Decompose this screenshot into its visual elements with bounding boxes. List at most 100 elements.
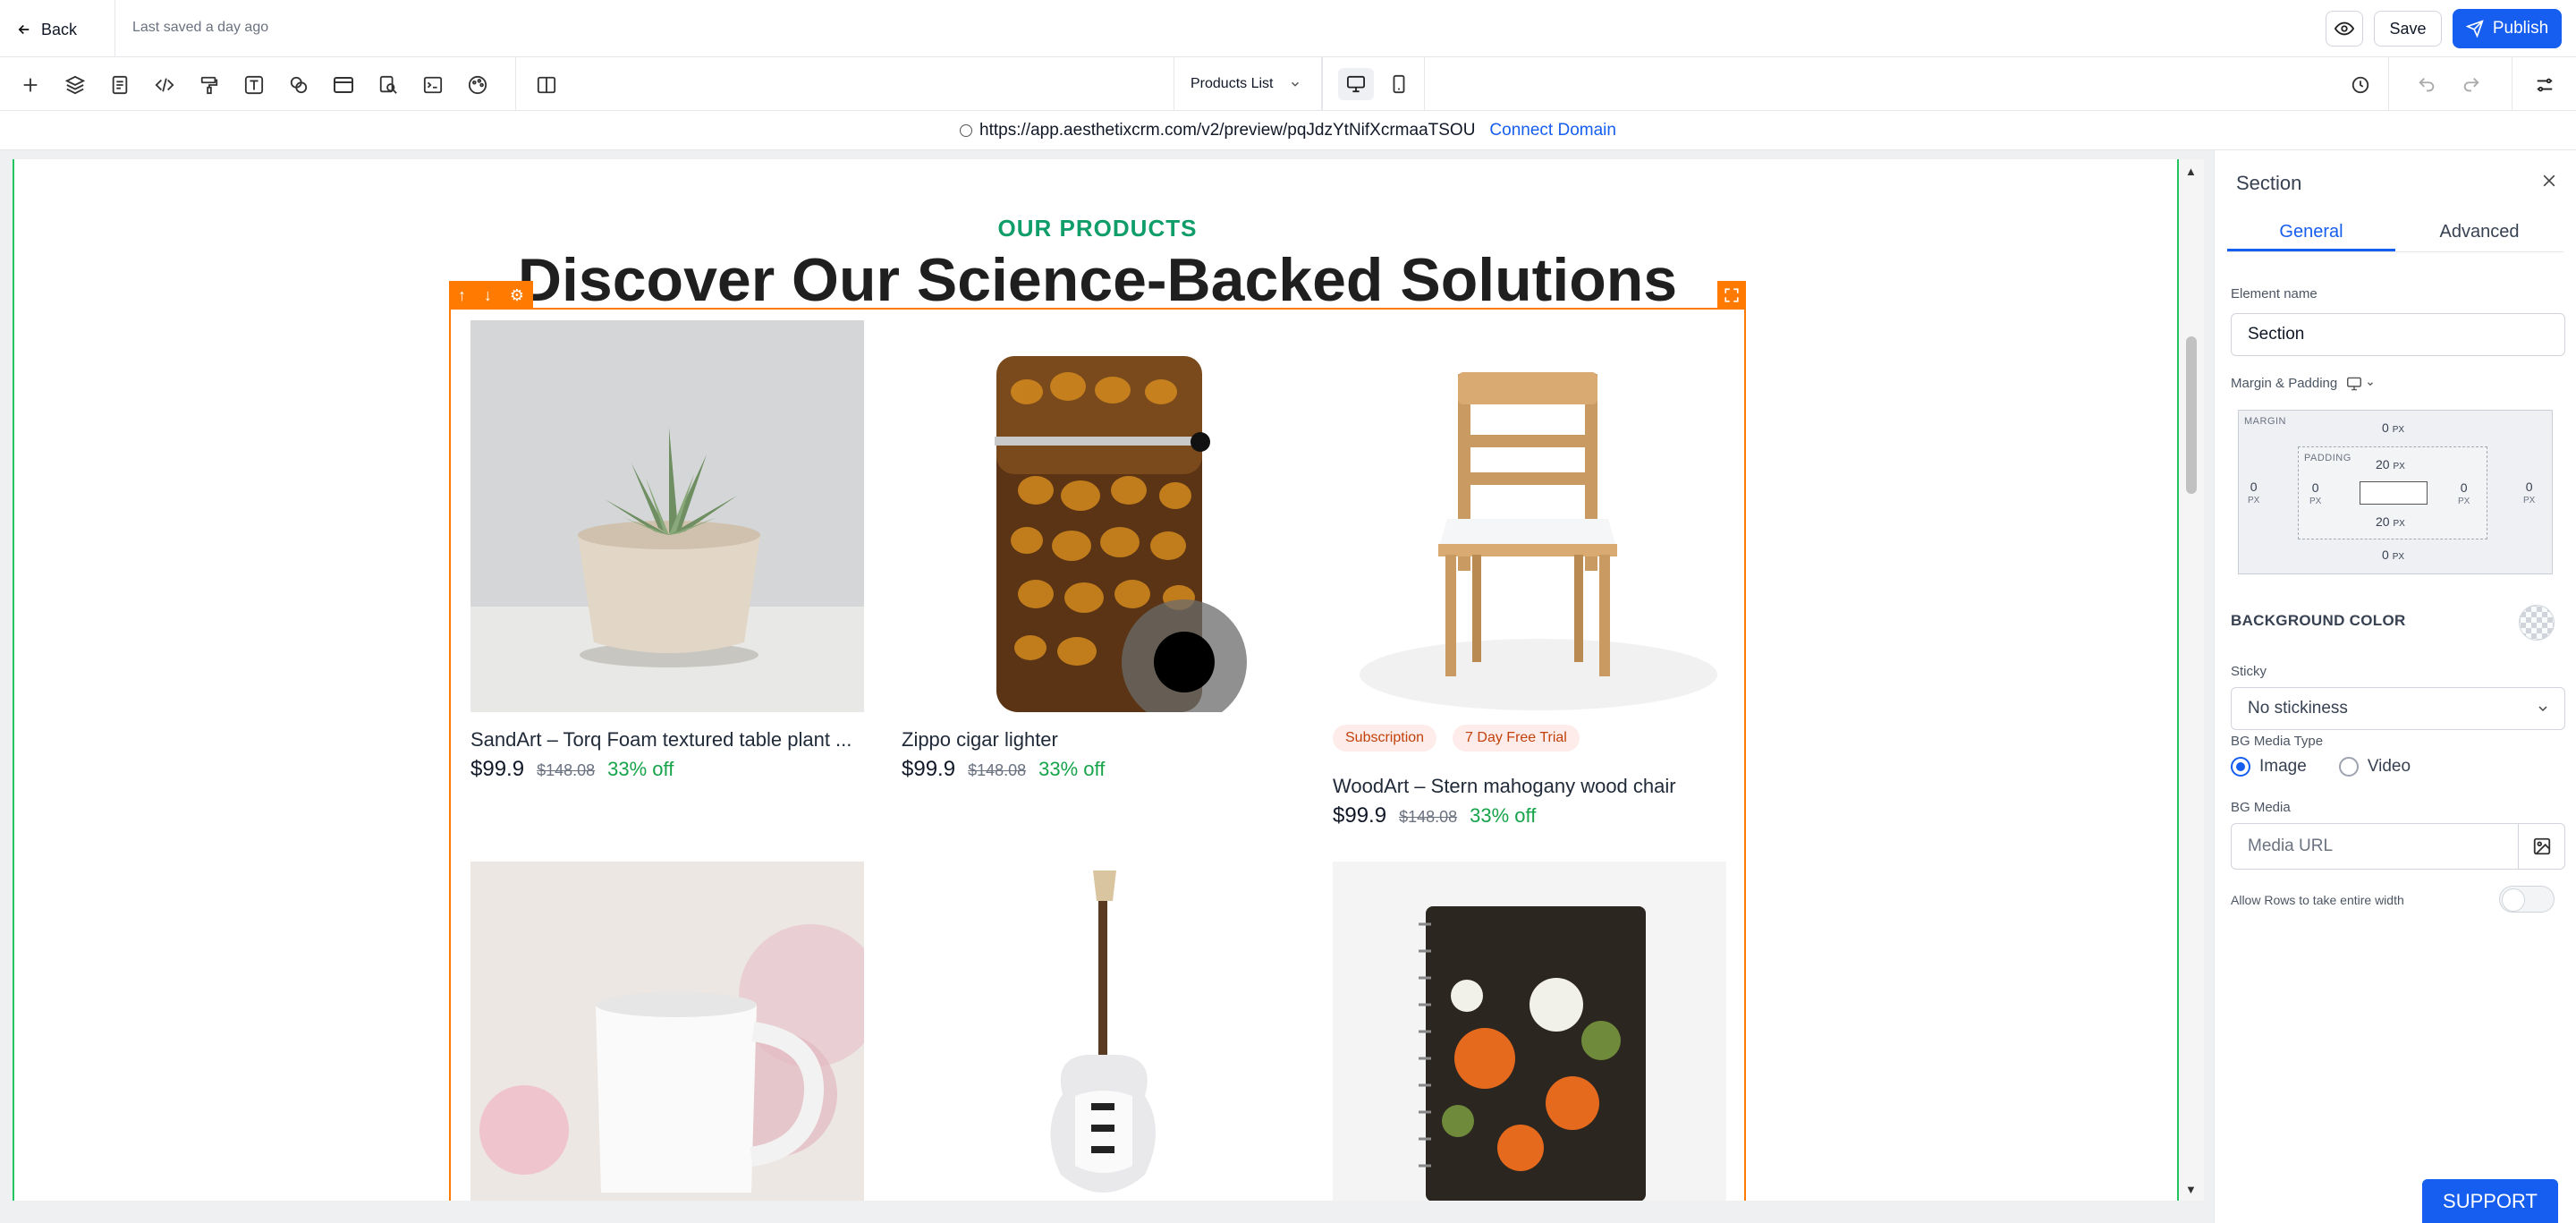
product-image xyxy=(902,320,1295,712)
margin-label: MARGIN xyxy=(2244,416,2286,427)
product-card[interactable]: Zippo cigar lighter $99.9 $148.08 33% of… xyxy=(902,320,1295,786)
image-radio-label: Image xyxy=(2259,757,2307,776)
typography-button[interactable] xyxy=(239,70,269,100)
margin-padding-label: Margin & Padding xyxy=(2231,376,2338,391)
styles-button[interactable] xyxy=(194,70,225,100)
page-select[interactable]: Products List xyxy=(1174,57,1322,111)
margin-padding-label-row: Margin & Padding xyxy=(2231,376,2375,391)
layers-icon xyxy=(65,75,85,95)
desktop-icon xyxy=(2347,377,2362,390)
canvas-scrollbar[interactable]: ▲ ▼ xyxy=(2179,159,2204,1201)
redo-button[interactable] xyxy=(2456,70,2487,100)
divider xyxy=(114,0,115,57)
product-card[interactable] xyxy=(1333,862,1726,1201)
padding-top[interactable]: 20 PX xyxy=(2376,456,2405,472)
gear-icon[interactable]: ⚙ xyxy=(510,286,524,305)
clock-icon xyxy=(2351,76,2369,94)
support-button[interactable]: SUPPORT xyxy=(2422,1179,2558,1223)
add-element-button[interactable] xyxy=(15,70,46,100)
section-eyebrow[interactable]: OUR PRODUCTS xyxy=(14,215,2177,242)
layers-button[interactable] xyxy=(60,70,90,100)
product-card[interactable] xyxy=(470,862,864,1201)
elements-button[interactable] xyxy=(284,70,314,100)
preview-url-text: https://app.aesthetixcrm.com/v2/preview/… xyxy=(979,120,1476,140)
sticky-select[interactable]: No stickiness xyxy=(2231,687,2565,730)
move-up-icon[interactable]: ↑ xyxy=(458,286,466,305)
publish-button[interactable]: Publish xyxy=(2453,9,2562,48)
margin-right[interactable]: 0 PX xyxy=(2523,479,2535,506)
product-image xyxy=(470,320,864,712)
add-icon xyxy=(23,78,38,92)
custom-code-button[interactable] xyxy=(418,70,448,100)
connect-domain-link[interactable]: Connect Domain xyxy=(1489,121,1616,140)
product-discount: 33% off xyxy=(607,758,674,780)
tab-general[interactable]: General xyxy=(2227,217,2395,251)
product-title[interactable]: SandArt – Torq Foam textured table plant… xyxy=(470,728,864,752)
redo-icon xyxy=(2463,78,2479,92)
preview-button[interactable] xyxy=(2326,11,2363,47)
margin-bottom[interactable]: 0 PX xyxy=(2382,547,2404,563)
price-row: $99.9 $148.08 33% off xyxy=(470,757,674,782)
allow-rows-toggle[interactable] xyxy=(2499,886,2555,913)
mobile-view-button[interactable] xyxy=(1381,68,1417,100)
code-button[interactable] xyxy=(149,70,180,100)
pages-button[interactable] xyxy=(105,70,135,100)
image-radio[interactable] xyxy=(2231,757,2250,777)
product-title[interactable]: Zippo cigar lighter xyxy=(902,728,1295,752)
code-icon xyxy=(155,78,174,92)
bg-media-type-label: BG Media Type xyxy=(2231,734,2324,749)
desktop-icon xyxy=(1347,75,1365,93)
padding-bottom[interactable]: 20 PX xyxy=(2376,514,2405,530)
undo-button[interactable] xyxy=(2411,70,2442,100)
split-view-icon xyxy=(537,76,556,94)
desktop-view-button[interactable] xyxy=(1338,68,1374,100)
product-card[interactable] xyxy=(902,862,1295,1201)
device-dropdown[interactable] xyxy=(2346,377,2375,391)
close-panel-button[interactable] xyxy=(2540,172,2558,194)
save-button[interactable]: Save xyxy=(2374,11,2442,47)
settings-button[interactable] xyxy=(2529,70,2560,100)
scroll-up-icon[interactable]: ▲ xyxy=(2185,165,2197,178)
background-color-label: BACKGROUND COLOR xyxy=(2231,612,2406,629)
margin-left[interactable]: 0 PX xyxy=(2248,479,2259,506)
scroll-down-icon[interactable]: ▼ xyxy=(2185,1183,2197,1196)
theme-button[interactable] xyxy=(462,70,493,100)
tab-advanced[interactable]: Advanced xyxy=(2395,217,2563,251)
shapes-icon xyxy=(290,76,308,94)
divider xyxy=(1322,57,1323,111)
scrollbar-thumb[interactable] xyxy=(2186,336,2197,494)
preview-url[interactable]: https://app.aesthetixcrm.com/v2/preview/… xyxy=(960,121,1475,140)
media-url-field[interactable]: Media URL xyxy=(2231,823,2565,870)
paint-roller-icon xyxy=(200,76,218,95)
split-view-button[interactable] xyxy=(531,70,562,100)
chevron-down-icon xyxy=(2368,381,2374,386)
video-radio[interactable] xyxy=(2338,757,2359,777)
product-card[interactable]: SandArt – Torq Foam textured table plant… xyxy=(470,320,864,786)
expand-section-button[interactable] xyxy=(1717,281,1746,310)
panel-tabs: General Advanced xyxy=(2227,217,2563,252)
selected-section[interactable]: SandArt – Torq Foam textured table plant… xyxy=(449,308,1746,1201)
image-icon xyxy=(2533,837,2550,855)
padding-right[interactable]: 0 PX xyxy=(2458,480,2470,507)
product-title[interactable]: WoodArt – Stern mahogany wood chair xyxy=(1333,775,1726,798)
send-icon xyxy=(2465,20,2484,38)
media-picker-button[interactable] xyxy=(2518,823,2564,870)
padding-left[interactable]: 0 PX xyxy=(2309,480,2321,507)
product-image xyxy=(1333,320,1726,712)
editor-canvas: OUR PRODUCTS Discover Our Science-Backed… xyxy=(0,150,2214,1223)
section-headline[interactable]: Discover Our Science-Backed Solutions xyxy=(14,245,2177,315)
seo-button[interactable] xyxy=(373,70,403,100)
video-radio-label: Video xyxy=(2367,757,2411,776)
element-name-input[interactable]: Section xyxy=(2231,313,2565,356)
move-down-icon[interactable]: ↓ xyxy=(484,286,492,305)
margin-top[interactable]: 0 PX xyxy=(2382,420,2404,436)
price-row: $99.9 $148.08 33% off xyxy=(902,757,1105,782)
chair-image xyxy=(1333,320,1726,712)
history-button[interactable] xyxy=(2345,70,2376,100)
product-card[interactable]: Subscription 7 Day Free Trial WoodArt – … xyxy=(1333,320,1726,830)
layout-button[interactable] xyxy=(328,70,359,100)
product-old-price: $148.08 xyxy=(968,761,1027,779)
top-bar: Back Last saved a day ago Save Publish xyxy=(0,0,2576,57)
background-color-swatch[interactable] xyxy=(2519,605,2555,641)
back-button[interactable]: Back xyxy=(16,14,77,45)
